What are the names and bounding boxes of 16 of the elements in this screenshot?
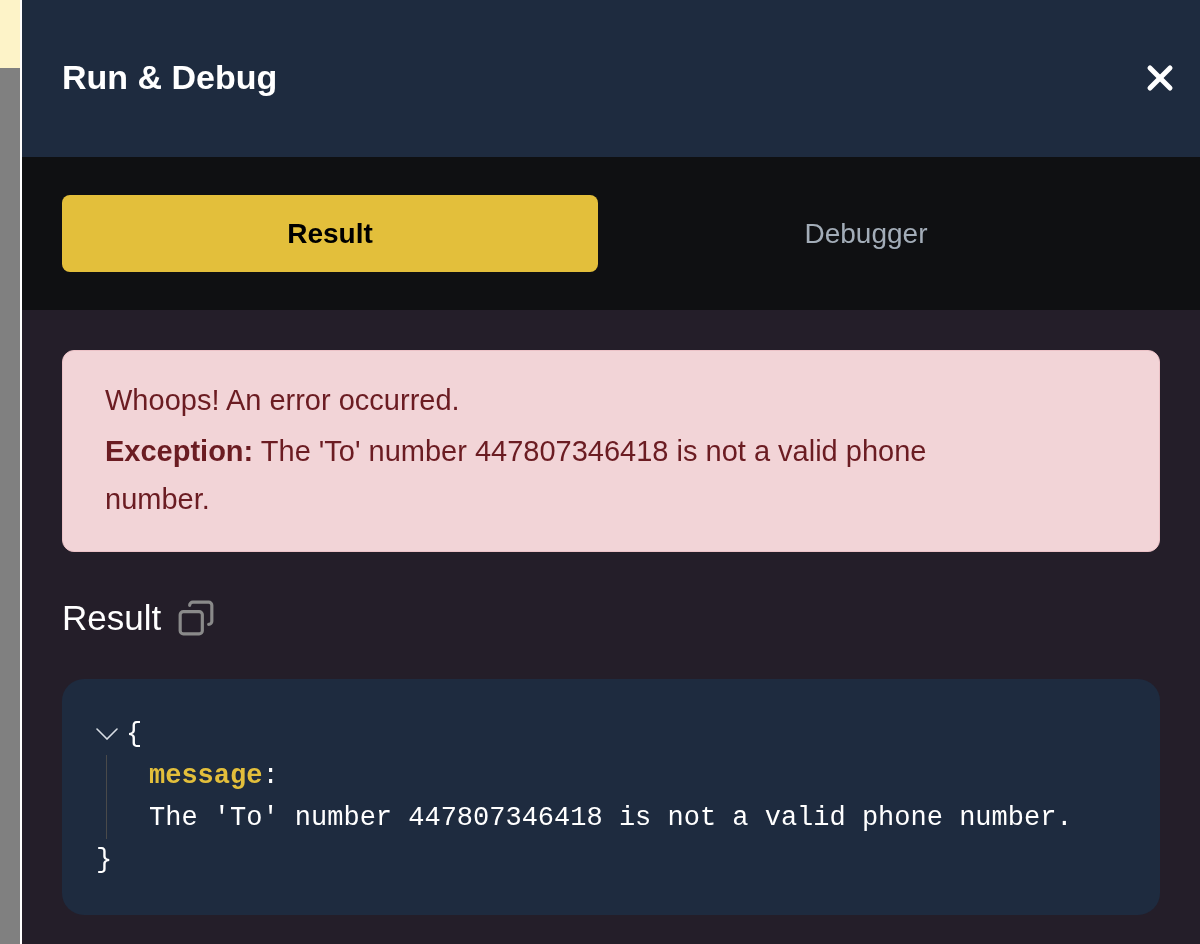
json-value: The 'To' number 447807346418 is not a valid phone number. [149, 801, 1074, 835]
json-key: message [149, 760, 263, 791]
tab[interactable]: Result [62, 195, 598, 272]
panel-title: Run & Debug [62, 57, 278, 98]
error-heading: Whoops! An error occurred. [105, 383, 461, 418]
result-heading: Result [62, 597, 162, 639]
chevron-down-icon [96, 727, 118, 740]
background-window-edge [0, 0, 20, 68]
key-separator: : [262, 760, 279, 791]
collapse-toggle[interactable] [96, 727, 118, 740]
tab[interactable]: Debugger [598, 195, 1134, 272]
copy-button[interactable] [177, 599, 216, 638]
open-brace: { [126, 717, 143, 751]
copy-icon [177, 599, 216, 638]
close-brace: } [96, 843, 114, 877]
error-detail: Exception: The 'To' number 447807346418 is not a valid phone number. [105, 434, 928, 517]
